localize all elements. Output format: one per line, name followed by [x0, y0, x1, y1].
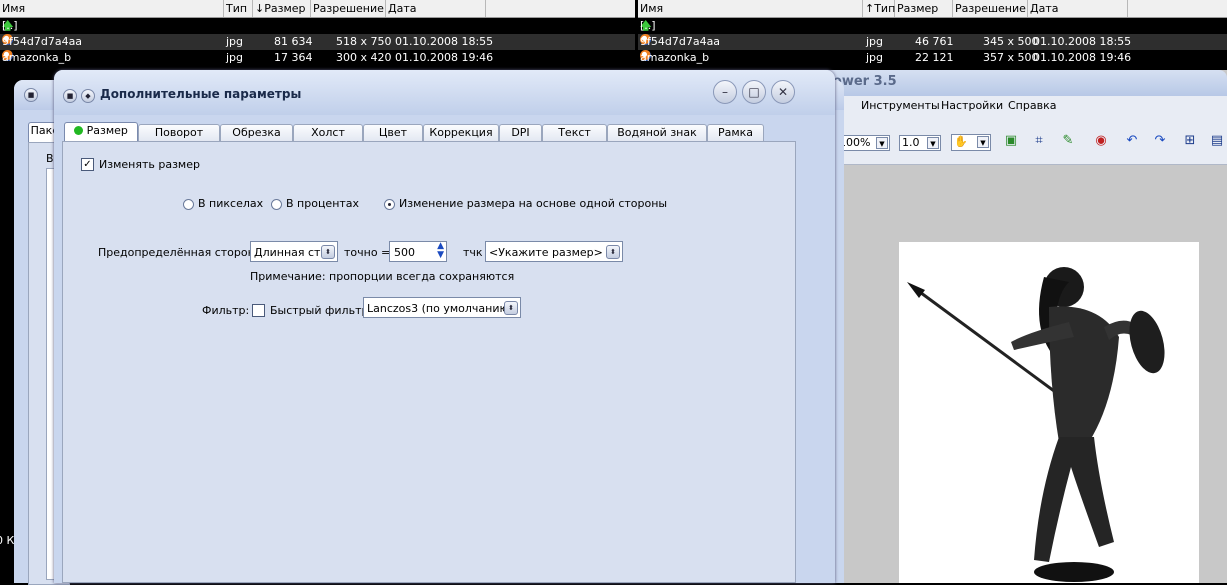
chevron-updown-icon: ⬍ [606, 245, 620, 259]
col-size[interactable]: ↓Размер [253, 0, 311, 17]
radio-percent[interactable] [271, 199, 282, 210]
tab-watermark[interactable]: Водяной знак [607, 124, 707, 141]
rotate-left-icon[interactable]: ↶ [1124, 133, 1140, 149]
advanced-settings-dialog: ■ ◆ Дополнительные параметры – □ ✕ Разме… [54, 70, 835, 583]
predefined-side-label: Предопределённая сторона: [98, 246, 266, 259]
crop-icon[interactable]: ⌗ [1031, 133, 1047, 149]
system-menu-button[interactable]: ■ [24, 88, 38, 102]
exact-value-input[interactable]: 500 ▲ ▼ [389, 241, 447, 262]
filter-label: Фильтр: [202, 304, 250, 317]
fast-filter-checkbox[interactable] [252, 304, 265, 317]
predefined-side-select[interactable]: Длинная сто ⬍ [250, 241, 338, 262]
panel-icon[interactable]: ▤ [1209, 133, 1225, 149]
list-item[interactable]: amazonka_b jpg 22 121 357 x 500 01.10.20… [638, 50, 1227, 66]
active-indicator-icon [74, 126, 84, 135]
list-item[interactable]: 🡅 [..] [0, 18, 635, 34]
back-dialog-label: В [46, 152, 54, 165]
dialog-title: Дополнительные параметры [100, 87, 302, 101]
rollup-button[interactable]: ◆ [81, 89, 95, 103]
col-name[interactable]: Имя [638, 0, 863, 17]
list-item[interactable]: amazonka_b jpg 17 364 300 x 420 01.10.20… [0, 50, 635, 66]
zoom-select[interactable]: 100% ▼ [836, 135, 890, 151]
col-resolution[interactable]: Разрешение [953, 0, 1028, 17]
chevron-updown-icon: ⬍ [504, 301, 518, 315]
list-item[interactable]: 9f54d7d7a4aa jpg 81 634 518 x 750 01.10.… [0, 34, 635, 50]
statue-image [899, 242, 1199, 583]
exact-label: точно = [344, 246, 391, 259]
col-type[interactable]: ↑Тип [863, 0, 895, 17]
radio-pixels-label: В пикселах [198, 197, 264, 210]
tab-content-size: ✓ Изменять размер В пикселах В процентах… [62, 141, 796, 583]
fast-filter-label: Быстрый фильтр [270, 304, 369, 317]
left-panel-header: Имя Тип ↓Размер Разрешение Дата [0, 0, 635, 18]
resize-checkbox[interactable]: ✓ [81, 158, 94, 171]
list-item[interactable]: 9f54d7d7a4aa jpg 46 761 345 x 500 01.10.… [638, 34, 1227, 50]
hand-tool-select[interactable]: ✋ ▼ [951, 134, 991, 151]
resize-checkbox-label: Изменять размер [99, 158, 200, 171]
tab-frame[interactable]: Рамка [707, 124, 764, 141]
list-item[interactable]: 🡅 [..] [638, 18, 1227, 34]
radio-one-side-label: Изменение размера на основе одной сторон… [399, 197, 668, 210]
red-eye-icon[interactable]: ◉ [1093, 133, 1109, 149]
close-button[interactable]: ✕ [771, 80, 795, 104]
size-preset-select[interactable]: <Укажите размер> ⬍ [485, 241, 623, 262]
tab-canvas[interactable]: Холст [293, 124, 363, 141]
radio-one-side[interactable] [384, 199, 395, 210]
rotate-right-icon[interactable]: ↷ [1152, 133, 1168, 149]
minimize-button[interactable]: – [713, 80, 737, 104]
chevron-updown-icon: ⬍ [321, 245, 335, 259]
tab-size[interactable]: Размер [64, 122, 138, 142]
proportions-note: Примечание: пропорции всегда сохраняются [250, 270, 515, 283]
unit-label: тчк [463, 246, 483, 259]
maximize-button[interactable]: □ [742, 80, 766, 104]
col-name[interactable]: Имя [0, 0, 224, 17]
tab-rotate[interactable]: Поворот [138, 124, 220, 141]
chevron-down-icon: ▼ [876, 137, 888, 149]
pen-tool-icon[interactable]: ✎ [1060, 133, 1076, 149]
tab-correction[interactable]: Коррекция [423, 124, 499, 141]
add-image-icon[interactable]: ▣ [1003, 133, 1019, 149]
tab-text[interactable]: Текст [542, 124, 607, 141]
col-resolution[interactable]: Разрешение [311, 0, 386, 17]
tab-color[interactable]: Цвет [363, 124, 423, 141]
grid-view-icon[interactable]: ⊞ [1182, 133, 1198, 149]
menu-settings[interactable]: Настройки [941, 99, 1003, 112]
spinner-icon[interactable]: ▲ ▼ [437, 242, 444, 260]
tab-dpi[interactable]: DPI [499, 124, 542, 141]
scale-select[interactable]: 1.0 ▼ [899, 135, 941, 151]
menu-tools[interactable]: Инструменты [861, 99, 940, 112]
tab-crop[interactable]: Обрезка [220, 124, 293, 141]
col-size[interactable]: Размер [895, 0, 953, 17]
col-type[interactable]: Тип [224, 0, 253, 17]
statue-picture [907, 267, 1165, 582]
radio-pixels[interactable] [183, 199, 194, 210]
col-date[interactable]: Дата [386, 0, 486, 17]
chevron-down-icon: ▼ [927, 137, 939, 149]
col-date[interactable]: Дата [1028, 0, 1128, 17]
chevron-down-icon: ▼ [977, 136, 989, 148]
menu-help[interactable]: Справка [1008, 99, 1056, 112]
filter-select[interactable]: Lanczos3 (по умолчанию) ⬍ [363, 297, 521, 318]
hand-icon: ✋ [954, 135, 968, 148]
radio-percent-label: В процентах [286, 197, 360, 210]
system-menu-button[interactable]: ■ [63, 89, 77, 103]
right-panel-header: Имя ↑Тип Размер Разрешение Дата [638, 0, 1227, 18]
